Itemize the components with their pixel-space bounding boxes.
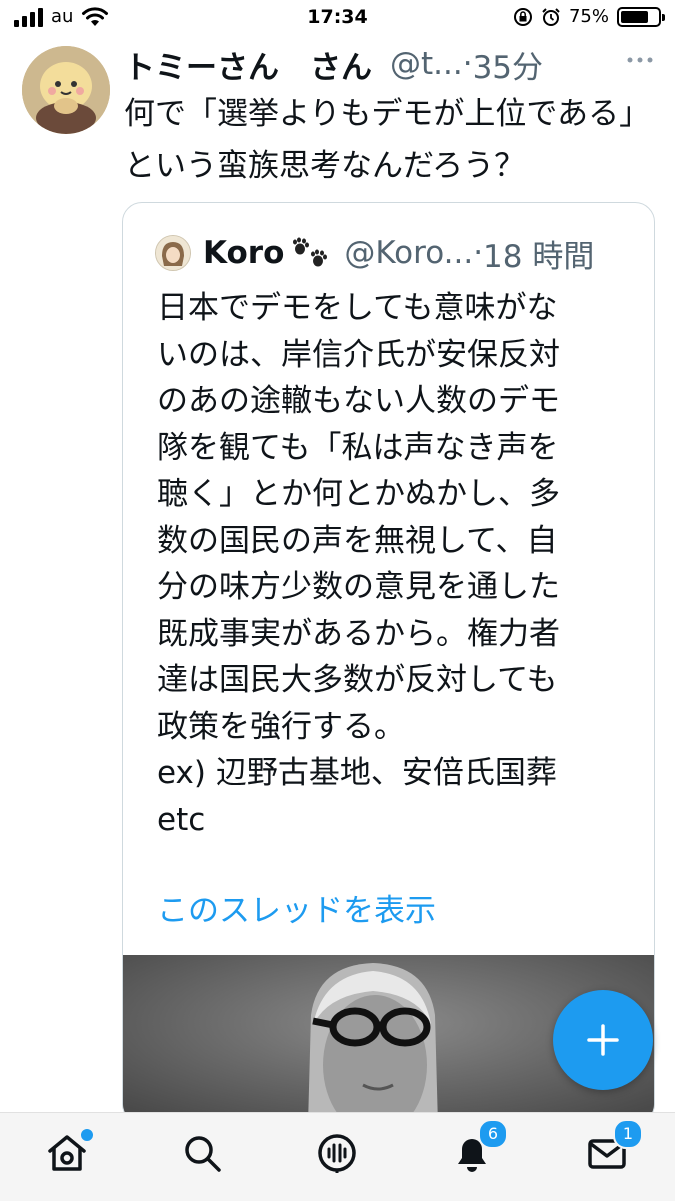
bottom-nav: 6 1 <box>0 1112 675 1201</box>
more-options-icon[interactable] <box>625 50 655 70</box>
quoted-text-line: いのは、岸信介氏が安保反対 <box>157 336 560 373</box>
quoted-tweet-time: 18 時間 <box>483 238 595 275</box>
compose-tweet-button[interactable] <box>553 990 653 1090</box>
nav-home[interactable] <box>45 1127 95 1175</box>
quoted-tweet[interactable]: Koro @Koro... · 18 時間 日本でデモをしても意味がな いのは、… <box>122 202 655 1124</box>
nav-notifications[interactable]: 6 <box>450 1119 508 1175</box>
spaces-icon <box>318 1134 356 1173</box>
quoted-text-line: ex) 辺野古基地、安倍氏国葬 <box>157 755 557 791</box>
quoted-separator-dot: · <box>473 235 484 271</box>
battery-percent: 75% <box>568 6 609 27</box>
quoted-text-line: 数の国民の声を無視して、自 <box>157 522 558 559</box>
quoted-avatar <box>155 235 191 271</box>
plus-icon <box>587 1024 619 1056</box>
quoted-text-line: 隊を観ても「私は声なき声を <box>157 429 559 466</box>
quoted-author-handle: @Koro... <box>344 235 474 271</box>
quoted-text-line: 政策を強行する。 <box>157 708 405 745</box>
notifications-badge: 6 <box>478 1119 508 1149</box>
status-bar: au 17:34 75% <box>0 0 675 36</box>
quoted-author-name: Koro <box>203 235 285 271</box>
nav-messages[interactable]: 1 <box>585 1119 643 1175</box>
battery-icon <box>617 6 665 27</box>
quoted-text-line: 聴く」とか何とかぬかし、多 <box>157 476 560 512</box>
quoted-tweet-header: Koro @Koro... · 18 時間 <box>155 233 595 275</box>
nav-spaces[interactable] <box>315 1131 359 1175</box>
quoted-text-line: 達は国民大多数が反対しても <box>157 662 558 698</box>
avatar-image <box>22 46 110 134</box>
status-right: 75% <box>513 6 665 27</box>
home-new-dot <box>79 1127 95 1143</box>
battery-fill <box>621 10 648 23</box>
author-handle[interactable]: @t... <box>390 46 463 82</box>
quoted-text-line: 分の味方少数の意見を通した <box>157 569 560 605</box>
quoted-text-line: etc <box>157 801 206 838</box>
search-icon <box>185 1136 221 1172</box>
quoted-tweet-text: 日本でデモをしても意味がな いのは、岸信介氏が安保反対 のあの途轍もない人数のデ… <box>157 285 627 843</box>
quoted-text-line: 日本でデモをしても意味がな <box>157 290 558 326</box>
tweet-header: トミーさん さん @t... · 35分 <box>124 42 654 87</box>
paw-icon <box>293 237 328 267</box>
nav-search[interactable] <box>180 1131 224 1175</box>
messages-badge: 1 <box>613 1119 643 1149</box>
tweet-time[interactable]: 35分 <box>473 42 543 87</box>
alarm-icon <box>542 7 560 26</box>
author-name[interactable]: トミーさん さん <box>124 42 372 87</box>
avatar[interactable] <box>22 46 110 134</box>
tweet-text: 何で「選挙よりもデモが上位である」という蛮族思考なんだろう？ <box>124 96 651 184</box>
quoted-text-line: のあの途轍もない人数のデモ <box>157 383 560 419</box>
quoted-text-line: 既成事実があるから。権力者 <box>157 615 560 652</box>
show-thread-link[interactable]: このスレッドを表示 <box>157 885 436 930</box>
orientation-lock-icon <box>513 7 532 26</box>
separator-dot: · <box>462 46 473 82</box>
